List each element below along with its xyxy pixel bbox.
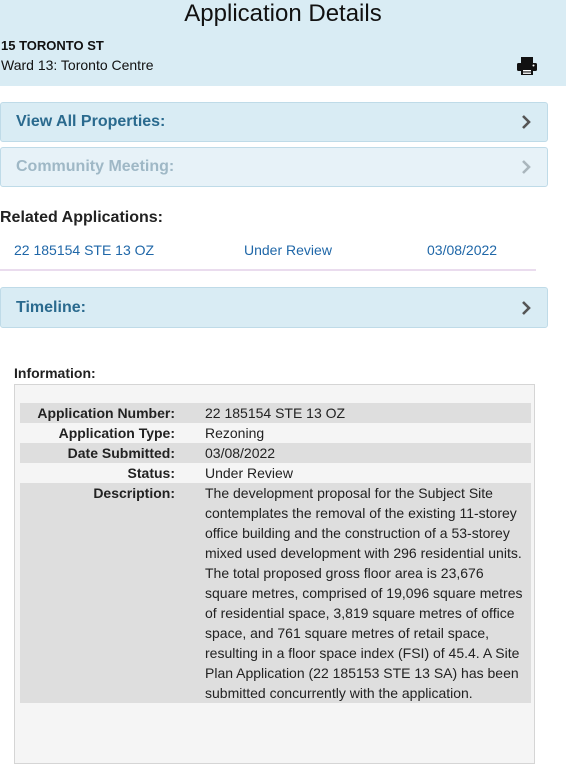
info-row-date-submitted: Date Submitted: 03/08/2022 [20, 443, 531, 463]
related-application-row: 22 185154 STE 13 OZ Under Review 03/08/2… [0, 238, 536, 271]
printer-icon[interactable] [516, 56, 538, 76]
page-header: Application Details 15 TORONTO ST Ward 1… [0, 0, 566, 86]
info-row-description: Description: The development proposal fo… [20, 483, 531, 703]
info-row-application-number: Application Number: 22 185154 STE 13 OZ [20, 403, 531, 423]
timeline-toggle[interactable]: Timeline: [0, 287, 548, 328]
page-title: Application Details [184, 0, 382, 27]
info-value: The development proposal for the Subject… [205, 485, 523, 701]
community-meeting-label: Community Meeting: [16, 158, 175, 175]
property-address: 15 TORONTO ST [1, 38, 104, 53]
related-application-date-link[interactable]: 03/08/2022 [427, 242, 497, 258]
chevron-right-icon [522, 300, 531, 315]
info-value: 03/08/2022 [205, 445, 276, 461]
info-value: 22 185154 STE 13 OZ [205, 405, 346, 421]
information-panel: Application Number: 22 185154 STE 13 OZ … [14, 384, 535, 764]
info-row-application-type: Application Type: Rezoning [20, 423, 531, 443]
info-key: Date Submitted: [67, 445, 175, 461]
timeline-label: Timeline: [16, 298, 86, 316]
community-meeting-toggle[interactable]: Community Meeting: [0, 147, 548, 187]
info-key: Application Number: [37, 405, 175, 421]
related-applications-heading: Related Applications: [0, 209, 163, 226]
info-key: Status: [127, 465, 175, 481]
view-all-properties-label: View All Properties: [16, 113, 166, 130]
chevron-right-icon [522, 115, 531, 129]
information-table: Application Number: 22 185154 STE 13 OZ … [20, 403, 531, 703]
related-application-status-link[interactable]: Under Review [244, 242, 332, 258]
info-value: Under Review [205, 465, 293, 481]
info-row-status: Status: Under Review [20, 463, 531, 483]
ward-label: Ward 13: Toronto Centre [1, 57, 154, 73]
info-key: Application Type: [58, 425, 175, 441]
info-key: Description: [93, 485, 175, 501]
information-heading: Information: [14, 365, 96, 381]
related-application-number-link[interactable]: 22 185154 STE 13 OZ [14, 242, 154, 258]
view-all-properties-toggle[interactable]: View All Properties: [0, 102, 548, 142]
chevron-right-icon [522, 160, 531, 174]
info-value: Rezoning [205, 425, 265, 441]
